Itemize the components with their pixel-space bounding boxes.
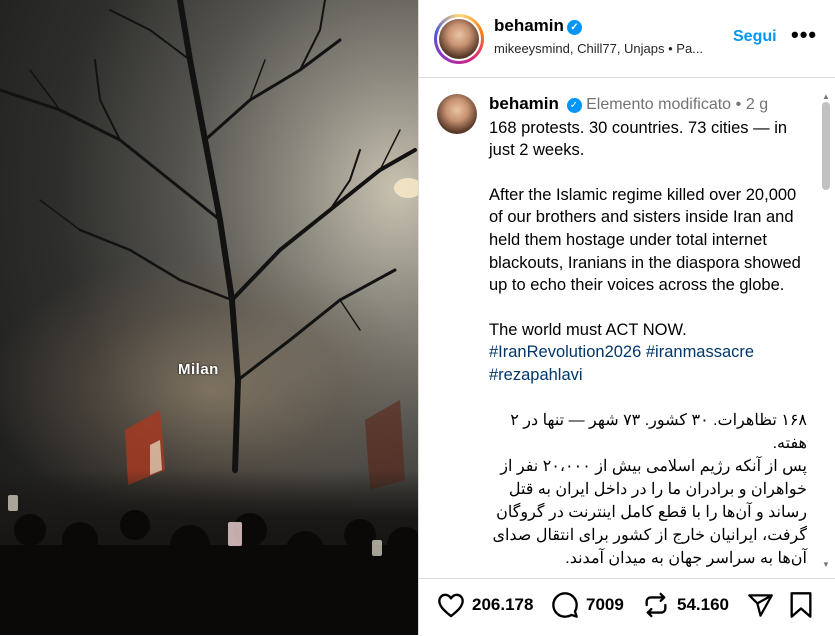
hashtag-link[interactable]: #IranRevolution2026 xyxy=(489,343,641,361)
location-overlay-label: Milan xyxy=(178,361,219,378)
comment-icon xyxy=(552,592,578,618)
comment-author-avatar[interactable] xyxy=(437,94,477,134)
author-avatar[interactable] xyxy=(434,14,484,64)
more-options-icon[interactable]: ••• xyxy=(791,22,817,48)
save-button[interactable] xyxy=(789,591,813,619)
edited-label: Elemento modificato xyxy=(586,96,732,113)
post-header: behamin ✓ mikeeysmind, Chill77, Unjaps • … xyxy=(419,0,835,78)
share-icon xyxy=(748,593,773,617)
repost-icon xyxy=(645,592,667,618)
caption-username[interactable]: behamin xyxy=(489,94,559,113)
caption-body: behamin ✓ Elemento modificato • 2 g 168 … xyxy=(489,93,807,570)
hashtag-link[interactable]: #rezapahlavi xyxy=(489,366,583,384)
scroll-up-arrow-icon[interactable]: ▲ xyxy=(822,92,830,101)
comments-count[interactable]: 7009 xyxy=(586,595,624,615)
like-button[interactable]: 206.178 xyxy=(437,591,533,619)
reposts-count[interactable]: 54.160 xyxy=(677,595,729,615)
post-media-video[interactable]: Milan xyxy=(0,0,418,635)
caption-scrollbar[interactable]: ▲ ▼ xyxy=(819,92,833,576)
likes-count[interactable]: 206.178 xyxy=(472,595,533,615)
author-avatar-image xyxy=(439,19,479,59)
author-username-text[interactable]: behamin xyxy=(494,16,564,35)
caption-persian-paragraph-1: ۱۶۸ تظاهرات. ۳۰ کشور. ۷۳ شهر — تنها در ۲… xyxy=(510,411,807,452)
comment-button[interactable]: 7009 xyxy=(551,591,624,619)
caption-comment: behamin ✓ Elemento modificato • 2 g 168 … xyxy=(419,78,819,578)
heart-icon xyxy=(438,593,464,618)
scroll-down-arrow-icon[interactable]: ▼ xyxy=(822,560,830,569)
bookmark-icon xyxy=(790,592,812,618)
author-username[interactable]: behamin ✓ xyxy=(494,16,582,36)
scrollbar-thumb[interactable] xyxy=(822,102,830,190)
meta-separator: • xyxy=(735,96,742,113)
verified-badge-icon: ✓ xyxy=(566,98,582,113)
caption-paragraph-2: After the Islamic regime killed over 20,… xyxy=(489,185,801,295)
follow-button[interactable]: Segui xyxy=(733,28,777,46)
caption-paragraph-1: 168 protests. 30 countries. 73 cities — … xyxy=(489,118,788,160)
caption-timestamp[interactable]: 2 g xyxy=(746,96,768,113)
crowd-silhouettes xyxy=(0,470,418,635)
collaborators-line[interactable]: mikeeysmind, Chill77, Unjaps • Pa... xyxy=(494,41,729,56)
share-button[interactable] xyxy=(747,591,774,619)
post-actions-bar: 206.178 7009 54.160 xyxy=(419,578,835,636)
repost-button[interactable]: 54.160 xyxy=(642,591,729,619)
caption-persian-paragraph-2: پس از آنکه رژیم اسلامی بیش از ۲۰،۰۰۰ نفر… xyxy=(492,457,807,567)
caption-meta: behamin ✓ Elemento modificato • 2 g xyxy=(489,93,807,117)
hashtag-link[interactable]: #iranmassacre xyxy=(646,343,754,361)
verified-badge-icon: ✓ xyxy=(566,20,582,35)
caption-paragraph-3: The world must ACT NOW. xyxy=(489,320,687,339)
